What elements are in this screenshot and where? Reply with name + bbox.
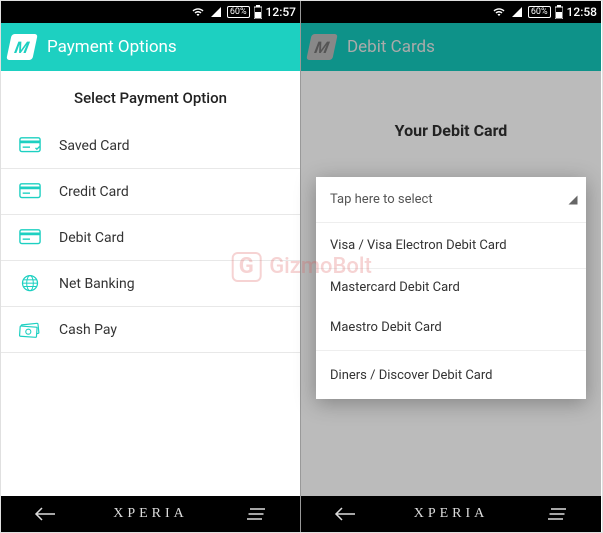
screen-debit-cards: 60% 12:58 M Debit Cards Your Debit Card …: [301, 1, 601, 532]
saved-card-icon: [19, 136, 41, 156]
back-arrow-icon: [34, 507, 56, 521]
status-bar: 60% 12:57: [1, 1, 300, 23]
nav-back-button[interactable]: [25, 507, 65, 521]
popup-item-mastercard[interactable]: Mastercard Debit Card: [316, 269, 586, 305]
popup-item-label: Diners / Discover Debit Card: [330, 368, 492, 383]
debit-card-icon: [19, 228, 41, 248]
signal-icon: [209, 6, 223, 18]
option-label: Debit Card: [59, 230, 124, 246]
wifi-icon: [191, 6, 205, 18]
card-select-popup: Tap here to select Visa / Visa Electron …: [316, 177, 586, 399]
nav-menu-button[interactable]: [537, 508, 577, 520]
option-debit-card[interactable]: Debit Card: [1, 215, 300, 261]
popup-item-label: Visa / Visa Electron Debit Card: [330, 238, 507, 253]
app-bar-title: Payment Options: [47, 37, 177, 57]
nav-back-button[interactable]: [325, 507, 365, 521]
net-banking-icon: [19, 274, 41, 294]
cash-pay-icon: [19, 320, 41, 340]
nav-menu-button[interactable]: [236, 508, 276, 520]
option-credit-card[interactable]: Credit Card: [1, 169, 300, 215]
app-logo-icon[interactable]: M: [6, 34, 38, 60]
clock: 12:57: [266, 5, 296, 19]
popup-header[interactable]: Tap here to select: [316, 177, 586, 223]
nav-bar: XPERIA: [301, 496, 601, 532]
nav-home-button[interactable]: XPERIA: [113, 506, 188, 522]
popup-item-label: Maestro Debit Card: [330, 320, 442, 335]
app-bar-title: Debit Cards: [347, 37, 435, 57]
popup-item-diners[interactable]: Diners / Discover Debit Card: [316, 351, 586, 399]
app-logo-icon[interactable]: M: [306, 34, 338, 60]
option-net-banking[interactable]: Net Banking: [1, 261, 300, 307]
battery-icon: [254, 5, 262, 19]
clock: 12:58: [567, 5, 597, 19]
app-bar: M Payment Options: [1, 23, 300, 71]
battery-level: 60%: [528, 6, 551, 18]
option-label: Net Banking: [59, 276, 135, 292]
option-label: Cash Pay: [59, 322, 117, 338]
status-bar: 60% 12:58: [301, 1, 601, 23]
option-cash-pay[interactable]: Cash Pay: [1, 307, 300, 353]
nav-bar: XPERIA: [1, 496, 300, 532]
menu-icon: [247, 508, 265, 520]
option-saved-card[interactable]: Saved Card: [1, 123, 300, 169]
nav-home-button[interactable]: XPERIA: [414, 506, 489, 522]
popup-header-label: Tap here to select: [330, 192, 433, 207]
signal-icon: [510, 6, 524, 18]
popup-item-visa[interactable]: Visa / Visa Electron Debit Card: [316, 223, 586, 269]
battery-icon: [555, 5, 563, 19]
screen-payment-options: 60% 12:57 M Payment Options Select Payme…: [1, 1, 301, 532]
option-label: Credit Card: [59, 184, 129, 200]
chevron-down-icon: [568, 195, 578, 205]
credit-card-icon: [19, 182, 41, 202]
popup-scrim[interactable]: Tap here to select Visa / Visa Electron …: [301, 71, 601, 496]
popup-item-maestro[interactable]: Maestro Debit Card: [316, 305, 586, 351]
back-arrow-icon: [334, 507, 356, 521]
popup-item-label: Mastercard Debit Card: [330, 280, 460, 295]
content-area: Select Payment Option Saved Card Credit …: [1, 71, 300, 496]
wifi-icon: [492, 6, 506, 18]
menu-icon: [548, 508, 566, 520]
battery-level: 60%: [227, 6, 250, 18]
app-bar: M Debit Cards: [301, 23, 601, 71]
section-header: Select Payment Option: [1, 71, 300, 123]
option-label: Saved Card: [59, 138, 130, 154]
